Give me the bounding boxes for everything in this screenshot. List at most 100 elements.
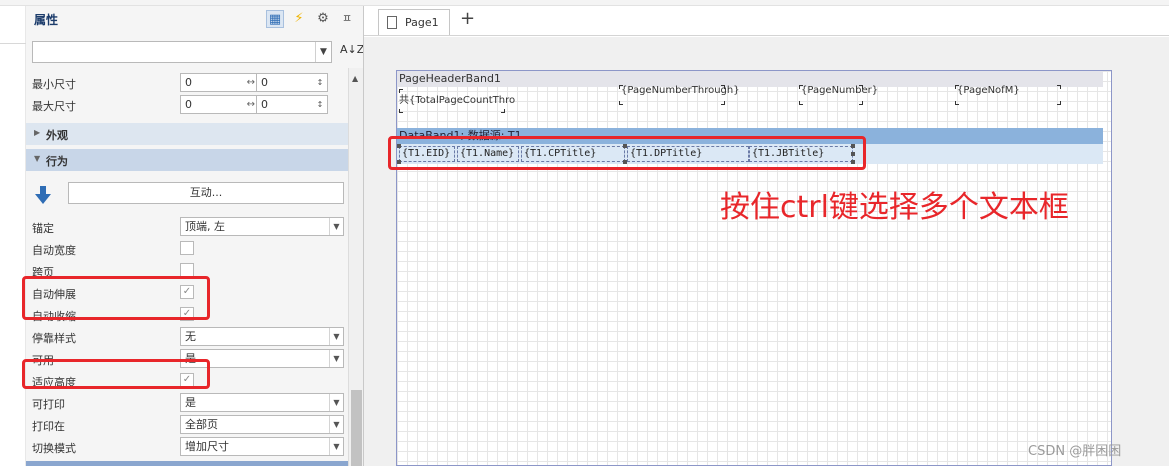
prop-value: 无 ▼ (180, 327, 346, 346)
prop-label: 最小尺寸 (32, 78, 76, 91)
width-input[interactable]: 0 ↔ (180, 95, 258, 114)
field-corner (859, 85, 863, 89)
gear-icon[interactable]: ⚙ (314, 10, 332, 28)
chevron-right-icon: ▶ (34, 128, 41, 137)
prop-row-max-size: 最大尺寸 0 ↔ 0 ↕ (26, 94, 348, 116)
sort-alpha-icon[interactable]: A↓Z (340, 43, 363, 56)
chevron-down-icon: ▼ (329, 350, 343, 367)
chevron-down-icon: ▼ (329, 416, 343, 433)
gutter-divider (0, 43, 26, 44)
field-corner (721, 101, 725, 105)
height-input[interactable]: 0 ↕ (256, 73, 328, 92)
width-input[interactable]: 0 ↔ (180, 73, 258, 92)
select-value: 增加尺寸 (185, 440, 229, 453)
prop-label: 锚定 (32, 222, 54, 235)
prop-value: 增加尺寸 ▼ (180, 437, 346, 456)
select-value: 全部页 (185, 418, 218, 431)
print-on-select[interactable]: 全部页 ▼ (180, 415, 344, 434)
select-value: 顶端, 左 (185, 220, 225, 233)
height-value: 0 (261, 98, 268, 111)
tab-page1[interactable]: Page1 (378, 9, 450, 35)
auto-width-checkbox[interactable] (180, 241, 194, 255)
property-scrollbar[interactable]: ▲ (348, 68, 363, 466)
anchor-select[interactable]: 顶端, 左 ▼ (180, 217, 344, 236)
prop-row-print-on: 打印在 全部页 ▼ (26, 414, 348, 436)
panel-title: 属性 (34, 13, 59, 27)
tab-bar: Page1 + (364, 6, 1169, 36)
select-value: 是 (185, 396, 196, 409)
prop-row-auto-width: 自动宽度 (26, 238, 348, 260)
add-tab-button[interactable]: + (460, 8, 475, 29)
scrollbar-thumb[interactable] (351, 390, 362, 466)
prop-row-printable: 可打印 是 ▼ (26, 392, 348, 414)
section-behavior[interactable]: ▼ 行为 (26, 149, 348, 171)
properties-icon[interactable]: ▦ (266, 10, 284, 28)
height-input[interactable]: 0 ↕ (256, 95, 328, 114)
header-field-total-pages[interactable]: 共{TotalPageCountThro (399, 91, 515, 106)
printable-select[interactable]: 是 ▼ (180, 393, 344, 412)
prop-label: 自动宽度 (32, 244, 76, 257)
prop-row-interaction: 互动... (26, 182, 348, 208)
dock-style-select[interactable]: 无 ▼ (180, 327, 344, 346)
prop-value: 顶端, 左 ▼ (180, 217, 346, 236)
highlight-fit-height (22, 359, 210, 389)
annotation-text: 按住ctrl键选择多个文本框 (720, 190, 1069, 225)
panel-bottom-bar (26, 461, 348, 466)
chevron-down-icon: ▼ (329, 394, 343, 411)
width-value: 0 (185, 98, 192, 111)
field-corner (1057, 101, 1061, 105)
header-field-page-n-of-m[interactable]: {PageNofM} (957, 85, 1020, 96)
section-appearance[interactable]: ▶ 外观 (26, 123, 348, 145)
vertical-arrows-icon: ↕ (316, 100, 324, 109)
prop-row-min-size: 最小尺寸 0 ↔ 0 ↕ (26, 72, 348, 94)
size-editor: 0 ↔ 0 ↕ (180, 95, 346, 114)
highlight-data-fields (388, 136, 866, 170)
pin-icon[interactable]: ㅍ (338, 10, 356, 28)
properties-panel: 属性 ▦ ⚡ ⚙ ㅍ ▼ A↓Z 最小尺寸 0 ↔ 0 ↕ 最大尺寸 0 ↔ 0… (26, 6, 364, 466)
size-editor: 0 ↔ 0 ↕ (180, 73, 346, 92)
events-icon[interactable]: ⚡ (290, 10, 308, 28)
left-gutter (0, 6, 26, 466)
panel-header: 属性 ▦ ⚡ ⚙ ㅍ (26, 6, 363, 32)
report-page[interactable]: PageHeaderBand1 共{TotalPageCountThro {Pa… (396, 70, 1112, 466)
field-corner (1057, 85, 1061, 89)
chevron-down-icon[interactable]: ▼ (315, 42, 331, 62)
prop-value: 全部页 ▼ (180, 415, 346, 434)
prop-label: 可打印 (32, 398, 65, 411)
property-grid: 最小尺寸 0 ↔ 0 ↕ 最大尺寸 0 ↔ 0 ↕ ▶ 外观 ▼ 行为 互动..… (26, 68, 363, 466)
prop-label: 切换模式 (32, 442, 76, 455)
prop-row-anchor: 锚定 顶端, 左 ▼ (26, 216, 348, 238)
select-value: 无 (185, 330, 196, 343)
prop-row-dock-style: 停靠样式 无 ▼ (26, 326, 348, 348)
prop-value: 是 ▼ (180, 393, 346, 412)
field-corner (399, 109, 403, 113)
prop-label: 停靠样式 (32, 332, 76, 345)
height-value: 0 (261, 76, 268, 89)
page-header-band[interactable]: 共{TotalPageCountThro {PageNumberThrough}… (397, 85, 1103, 125)
field-corner (955, 101, 959, 105)
chevron-up-icon[interactable]: ▲ (352, 74, 358, 83)
object-selector[interactable]: ▼ (32, 41, 332, 63)
prop-value (180, 239, 346, 258)
field-corner (859, 101, 863, 105)
field-corner (721, 85, 725, 89)
prop-label: 打印在 (32, 420, 65, 433)
tab-label: Page1 (405, 16, 439, 29)
cross-page-checkbox[interactable] (180, 263, 194, 277)
section-title: 外观 (46, 129, 68, 142)
chevron-down-icon: ▼ (329, 328, 343, 345)
chevron-down-icon: ▼ (34, 154, 41, 163)
field-corner (799, 101, 803, 105)
watermark: CSDN @胖困困 (1028, 444, 1122, 459)
header-field-page-number[interactable]: {PageNumber} (801, 85, 878, 96)
interaction-button[interactable]: 互动... (68, 182, 344, 204)
object-selector-row: ▼ A↓Z (26, 36, 363, 66)
section-title: 行为 (46, 155, 68, 168)
chevron-down-icon: ▼ (329, 218, 343, 235)
field-corner (501, 109, 505, 113)
shift-mode-select[interactable]: 增加尺寸 ▼ (180, 437, 344, 456)
highlight-auto-grow-shrink (22, 276, 210, 320)
prop-row-shift-mode: 切换模式 增加尺寸 ▼ (26, 436, 348, 458)
vertical-arrows-icon: ↕ (316, 78, 324, 87)
field-corner (619, 101, 623, 105)
